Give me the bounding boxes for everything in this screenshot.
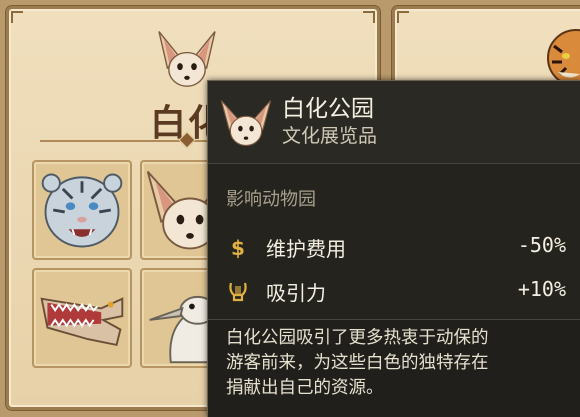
effect-label: 吸引力 (266, 281, 326, 305)
effects-heading: 影响动物园 (226, 189, 316, 210)
tooltip-header: 白化公园 文化展览品 (208, 81, 580, 164)
effect-row-upkeep: $ 维护费用 -50% (226, 233, 566, 263)
dollar-icon: $ (226, 235, 250, 260)
exhibit-tooltip: 白化公园 文化展览品 影响动物园 $ 维护费用 -50% 吸引力 +10% 白化… (207, 80, 580, 417)
description-line: 捐献出自己的资源。 (226, 378, 384, 398)
fennec-fox-icon (218, 95, 274, 151)
animal-tile-white-tiger[interactable] (32, 160, 132, 260)
effect-row-appeal: 吸引力 +10% (226, 277, 566, 307)
panel-corner-ornament (397, 11, 409, 23)
panel-corner-ornament (11, 11, 23, 23)
effect-value: +10% (517, 277, 566, 301)
panel-corner-ornament (363, 11, 375, 23)
white-tiger-icon (41, 173, 123, 248)
tooltip-title: 白化公园 (282, 96, 374, 122)
tiger-icon (540, 22, 580, 88)
tooltip-subtitle: 文化展览品 (282, 125, 378, 147)
svg-text:$: $ (231, 236, 245, 259)
effect-value: -50% (517, 233, 566, 257)
lyre-icon (226, 279, 250, 303)
animal-tile-albino-crocodile[interactable] (32, 268, 132, 368)
description-line: 游客前来，为这些白色的独特存在 (226, 353, 489, 373)
tooltip-description-box: 白化公园吸引了更多热衷于动保的 游客前来，为这些白色的独特存在 捐献出自己的资源… (208, 319, 580, 417)
effect-label: 维护费用 (266, 237, 346, 261)
description-line: 白化公园吸引了更多热衷于动保的 (226, 328, 489, 348)
albino-crocodile-icon (40, 297, 124, 347)
tooltip-description: 白化公园吸引了更多热衷于动保的 游客前来，为这些白色的独特存在 捐献出自己的资源… (226, 326, 571, 401)
